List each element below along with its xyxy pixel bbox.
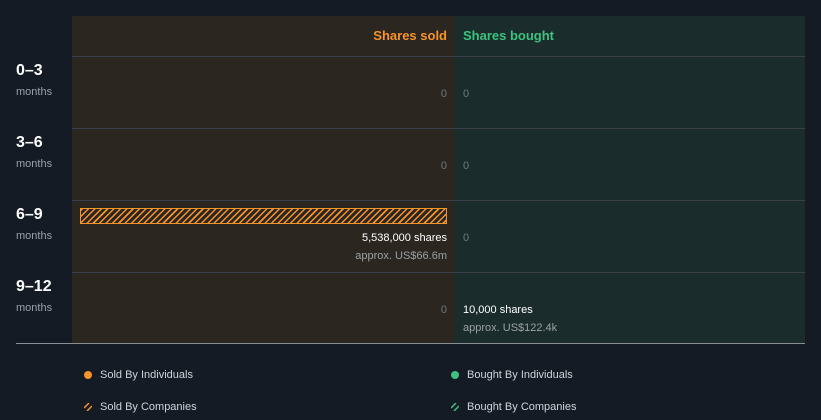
row-unit: months	[16, 230, 53, 242]
shares-bought-panel	[455, 16, 805, 343]
shares-bought-header: Shares bought	[463, 28, 555, 43]
sold-companies-legend-hatch-icon	[84, 403, 92, 411]
sold-individuals-legend-dot-icon	[84, 371, 92, 379]
row-divider	[72, 128, 805, 129]
sold-value: 0	[440, 304, 447, 316]
bought-shares-label: 10,000 shares	[463, 304, 533, 316]
bought-individuals-legend-dot-icon	[451, 371, 459, 379]
sold-approx-label: approx. US$66.6m	[355, 250, 447, 262]
row-label-0-3: 0–3	[16, 62, 43, 79]
row-label-6-9: 6–9	[16, 206, 43, 223]
sold-by-companies-bar	[80, 208, 447, 224]
sold-value: 0	[440, 88, 447, 100]
row-unit: months	[16, 158, 53, 170]
legend-sold-by-companies: Sold By Companies	[100, 401, 197, 413]
legend-bought-by-individuals: Bought By Individuals	[467, 369, 573, 381]
row-unit: months	[16, 302, 53, 314]
bought-value: 0	[463, 160, 470, 172]
row-divider	[72, 272, 805, 273]
shares-sold-panel	[72, 16, 455, 343]
row-label-3-6: 3–6	[16, 134, 43, 151]
sold-value: 0	[440, 160, 447, 172]
bought-value: 0	[463, 232, 470, 244]
row-label-9-12: 9–12	[16, 278, 52, 295]
bought-companies-legend-hatch-icon	[451, 403, 459, 411]
legend-bought-by-companies: Bought By Companies	[467, 401, 577, 413]
legend-sold-by-individuals: Sold By Individuals	[100, 369, 193, 381]
sold-shares-label: 5,538,000 shares	[361, 232, 447, 244]
bought-value: 0	[463, 88, 470, 100]
bought-approx-label: approx. US$122.4k	[463, 322, 558, 334]
row-divider	[72, 200, 805, 201]
chart-baseline	[16, 343, 805, 344]
row-divider	[72, 56, 805, 57]
shares-sold-header: Shares sold	[373, 28, 447, 43]
row-unit: months	[16, 86, 53, 98]
